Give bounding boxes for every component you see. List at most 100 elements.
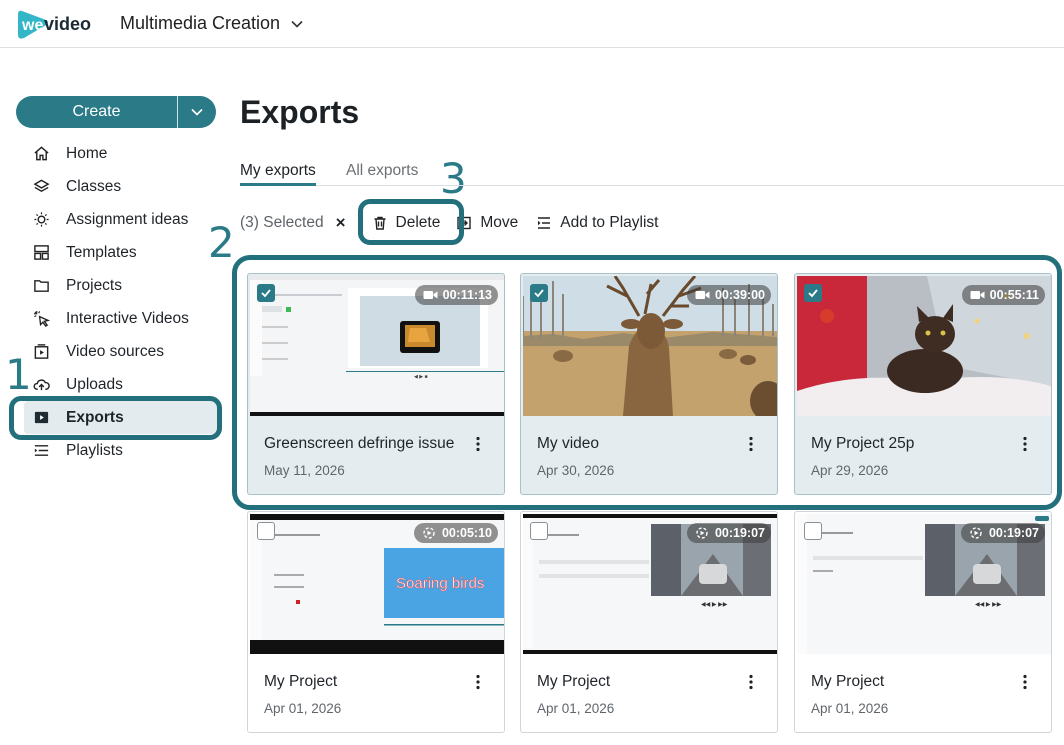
playlist-icon (34, 445, 48, 456)
more-options-button[interactable] (1021, 672, 1029, 692)
loading-icon (970, 527, 982, 539)
video-thumbnail: ◀ ▶ ■ 00:11:13 (250, 276, 504, 416)
duration-text: 00:19:07 (988, 526, 1039, 540)
move-button[interactable]: Move (456, 214, 518, 232)
workspace-selector[interactable]: Multimedia Creation (120, 13, 304, 34)
cloud-upload-icon (32, 379, 50, 391)
sidebar-nav: Home Classes Assignment ideas Templates … (16, 137, 226, 467)
add-to-playlist-label: Add to Playlist (560, 214, 659, 231)
tab-my-exports[interactable]: My exports (240, 162, 316, 186)
lightbulb-icon (33, 212, 49, 227)
duration-text: 00:55:11 (989, 288, 1039, 302)
export-card[interactable]: Soaring birds 00:05:10 My Project Apr 01… (247, 511, 505, 733)
video-thumbnail: ◀◀ ▶ ▶▶ 00:19:07 (523, 514, 777, 654)
sidebar-item-label: Classes (66, 177, 122, 195)
card-title: My Project 25p (811, 435, 915, 452)
sidebar-item-home[interactable]: Home (16, 137, 226, 170)
duration-badge: 00:39:00 (686, 285, 771, 305)
card-date: Apr 30, 2026 (537, 463, 615, 478)
sidebar-item-exports[interactable]: Exports (24, 401, 220, 434)
export-card[interactable]: ◀◀ ▶ ▶▶ 00:19:07 My Project Apr 01, 2026 (520, 511, 778, 733)
duration-badge: 00:19:07 (686, 523, 771, 543)
chevron-down-icon (291, 20, 303, 28)
step-number-2: 2 (208, 218, 235, 267)
more-options-button[interactable] (474, 434, 482, 454)
selected-count: (3) Selected (240, 214, 324, 231)
svg-text:◀◀ ▶ ▶▶: ◀◀ ▶ ▶▶ (701, 602, 728, 608)
checkbox-checked[interactable] (804, 284, 822, 302)
delete-label: Delete (395, 214, 441, 231)
more-vertical-icon (476, 674, 480, 690)
create-button[interactable]: Create (16, 96, 177, 128)
sidebar-item-label: Projects (66, 276, 122, 294)
sidebar-item-label: Interactive Videos (66, 309, 189, 327)
home-icon (33, 146, 49, 161)
sidebar-item-uploads[interactable]: Uploads (16, 368, 226, 401)
card-date: Apr 01, 2026 (537, 701, 615, 716)
sidebar-item-templates[interactable]: Templates (16, 236, 226, 269)
create-dropdown-button[interactable] (178, 96, 216, 128)
sidebar-item-label: Playlists (66, 441, 123, 459)
create-button-group: Create (16, 96, 216, 128)
more-options-button[interactable] (747, 672, 755, 692)
move-label: Move (480, 214, 519, 231)
sidebar-item-assignment-ideas[interactable]: Assignment ideas (16, 203, 226, 236)
more-options-button[interactable] (474, 672, 482, 692)
top-bar: we video Multimedia Creation (0, 0, 1064, 48)
create-divider (177, 96, 178, 128)
sidebar-item-label: Templates (66, 243, 137, 261)
play-box-icon (34, 411, 48, 424)
playlist-add-icon (538, 217, 551, 229)
duration-badge: 00:19:07 (960, 523, 1045, 543)
sidebar-item-label: Home (66, 144, 108, 162)
add-to-playlist-button[interactable]: Add to Playlist (536, 214, 658, 232)
svg-text:◀◀ ▶ ▶▶: ◀◀ ▶ ▶▶ (975, 602, 1002, 608)
export-card[interactable]: 00:39:00 My video Apr 30, 2026 (520, 273, 778, 495)
sparkle-cursor-icon (33, 310, 50, 327)
duration-badge: 00:05:10 (413, 523, 498, 543)
checkbox-unchecked[interactable] (804, 522, 822, 540)
duration-text: 00:39:00 (714, 288, 765, 302)
checkbox-checked[interactable] (530, 284, 548, 302)
sidebar-item-interactive-videos[interactable]: Interactive Videos (16, 302, 226, 335)
duration-badge: 00:11:13 (414, 285, 498, 305)
checkbox-unchecked[interactable] (257, 522, 275, 540)
thumbnail-caption: Soaring birds (396, 575, 484, 592)
more-options-button[interactable] (747, 434, 755, 454)
export-card[interactable]: ◀ ▶ ■ 00:11:13 Greenscreen defringe issu… (247, 273, 505, 495)
trash-icon (374, 216, 386, 230)
templates-icon (33, 245, 49, 260)
checkbox-checked[interactable] (257, 284, 275, 302)
duration-text: 00:19:07 (714, 526, 765, 540)
sidebar-item-playlists[interactable]: Playlists (16, 434, 226, 467)
exports-tabs: My exports All exports (240, 160, 1064, 186)
video-thumbnail: Soaring birds 00:05:10 (250, 514, 504, 654)
wevideo-logo[interactable]: we video (16, 8, 104, 40)
loading-icon (696, 527, 708, 539)
export-card[interactable]: ◀◀ ▶ ▶▶ 00:19:07 My Project Apr 01, 2026 (794, 511, 1052, 733)
sidebar-item-classes[interactable]: Classes (16, 170, 226, 203)
check-icon (808, 289, 818, 298)
folder-icon (33, 280, 49, 292)
selection-toolbar: (3) Selected × Delete Move Add to Playli… (240, 212, 658, 234)
card-date: Apr 01, 2026 (811, 701, 889, 716)
card-title: My Project (537, 673, 611, 690)
duration-badge: 00:55:11 (961, 285, 1045, 305)
more-vertical-icon (476, 436, 480, 452)
more-vertical-icon (749, 674, 753, 690)
clear-selection-button[interactable]: × (336, 213, 346, 233)
delete-button[interactable]: Delete (372, 214, 441, 232)
sidebar-item-label: Assignment ideas (66, 210, 189, 228)
more-options-button[interactable] (1021, 434, 1029, 454)
card-title: My video (537, 435, 600, 452)
sidebar-item-projects[interactable]: Projects (16, 269, 226, 302)
workspace-name: Multimedia Creation (120, 13, 281, 33)
sidebar-item-label: Video sources (66, 342, 164, 360)
checkbox-unchecked[interactable] (530, 522, 548, 540)
tab-all-exports[interactable]: All exports (346, 162, 418, 180)
sidebar-item-video-sources[interactable]: Video sources (16, 335, 226, 368)
export-card[interactable]: 00:55:11 My Project 25p Apr 29, 2026 (794, 273, 1052, 495)
video-camera-icon (970, 291, 985, 299)
card-title: Greenscreen defringe issue (264, 435, 455, 452)
video-camera-icon (695, 291, 710, 299)
